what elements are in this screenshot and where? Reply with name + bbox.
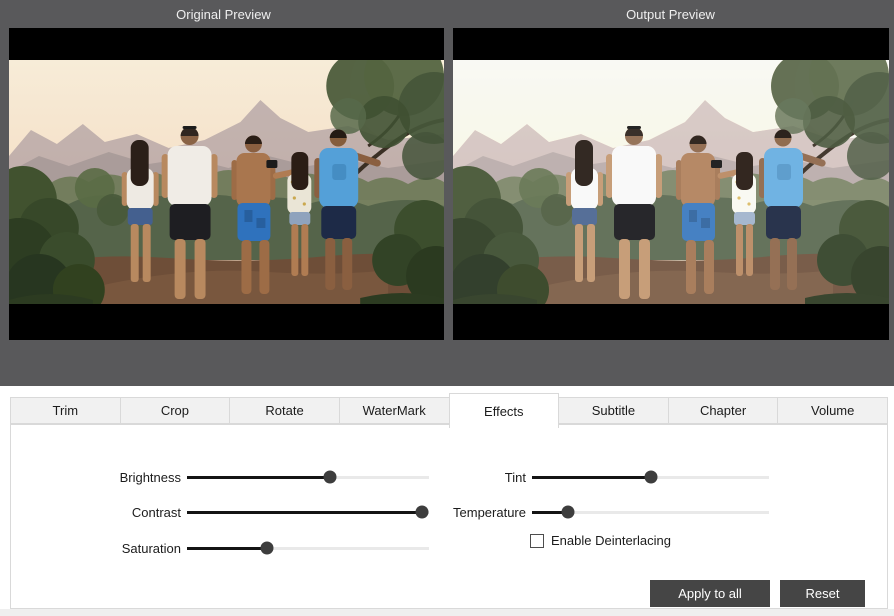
- output-preview-video: [453, 28, 889, 340]
- saturation-slider-row: Saturation: [187, 538, 429, 558]
- contrast-slider-thumb[interactable]: [415, 506, 428, 519]
- deinterlacing-row: Enable Deinterlacing: [530, 533, 671, 548]
- tint-label: Tint: [505, 470, 526, 485]
- saturation-slider-fill: [187, 547, 267, 550]
- contrast-label: Contrast: [132, 505, 181, 520]
- tab-effects[interactable]: Effects: [449, 393, 560, 428]
- effects-panel: Brightness Contrast Saturation: [10, 424, 888, 609]
- brightness-slider-thumb[interactable]: [323, 471, 336, 484]
- output-preview-title: Output Preview: [447, 0, 894, 28]
- transport-bar: 00:02:09/00:02:17: [0, 340, 894, 386]
- original-preview-video: [9, 28, 444, 340]
- editor-lower-section: Trim Crop Rotate WaterMark Effects Subti…: [0, 386, 894, 616]
- saturation-label: Saturation: [122, 541, 181, 556]
- temperature-slider-row: Temperature: [532, 502, 769, 522]
- brightness-slider[interactable]: [187, 476, 429, 479]
- saturation-slider[interactable]: [187, 547, 429, 550]
- enable-deinterlacing-label: Enable Deinterlacing: [551, 533, 671, 548]
- tint-slider-fill: [532, 476, 651, 479]
- tool-tabs: Trim Crop Rotate WaterMark Effects Subti…: [10, 397, 888, 424]
- tab-trim[interactable]: Trim: [10, 397, 121, 424]
- output-video-frame: [453, 60, 889, 304]
- temperature-slider[interactable]: [532, 511, 769, 514]
- tab-crop[interactable]: Crop: [120, 397, 231, 424]
- reset-button[interactable]: Reset: [780, 580, 865, 607]
- video-previews: [9, 28, 889, 340]
- temperature-label: Temperature: [453, 505, 526, 520]
- contrast-slider-row: Contrast: [187, 502, 429, 522]
- original-video-frame: [9, 60, 444, 304]
- brightness-slider-row: Brightness: [187, 467, 429, 487]
- tint-slider-thumb[interactable]: [644, 471, 657, 484]
- enable-deinterlacing-checkbox[interactable]: [530, 534, 544, 548]
- saturation-slider-thumb[interactable]: [260, 542, 273, 555]
- tab-watermark[interactable]: WaterMark: [339, 397, 450, 424]
- tab-volume[interactable]: Volume: [777, 397, 888, 424]
- tab-rotate[interactable]: Rotate: [229, 397, 340, 424]
- preview-section: Original Preview Output Preview: [0, 0, 894, 386]
- contrast-slider[interactable]: [187, 511, 429, 514]
- contrast-slider-fill: [187, 511, 422, 514]
- preview-title-bar: Original Preview Output Preview: [0, 0, 894, 28]
- tint-slider-row: Tint: [532, 467, 769, 487]
- tab-subtitle[interactable]: Subtitle: [558, 397, 669, 424]
- video-editor-window: Original Preview Output Preview: [0, 0, 894, 616]
- apply-to-all-button[interactable]: Apply to all: [650, 580, 770, 607]
- tab-chapter[interactable]: Chapter: [668, 397, 779, 424]
- window-bottom-edge: [0, 609, 894, 616]
- temperature-slider-thumb[interactable]: [561, 506, 574, 519]
- original-preview-title: Original Preview: [0, 0, 447, 28]
- brightness-slider-fill: [187, 476, 330, 479]
- brightness-label: Brightness: [120, 470, 181, 485]
- tint-slider[interactable]: [532, 476, 769, 479]
